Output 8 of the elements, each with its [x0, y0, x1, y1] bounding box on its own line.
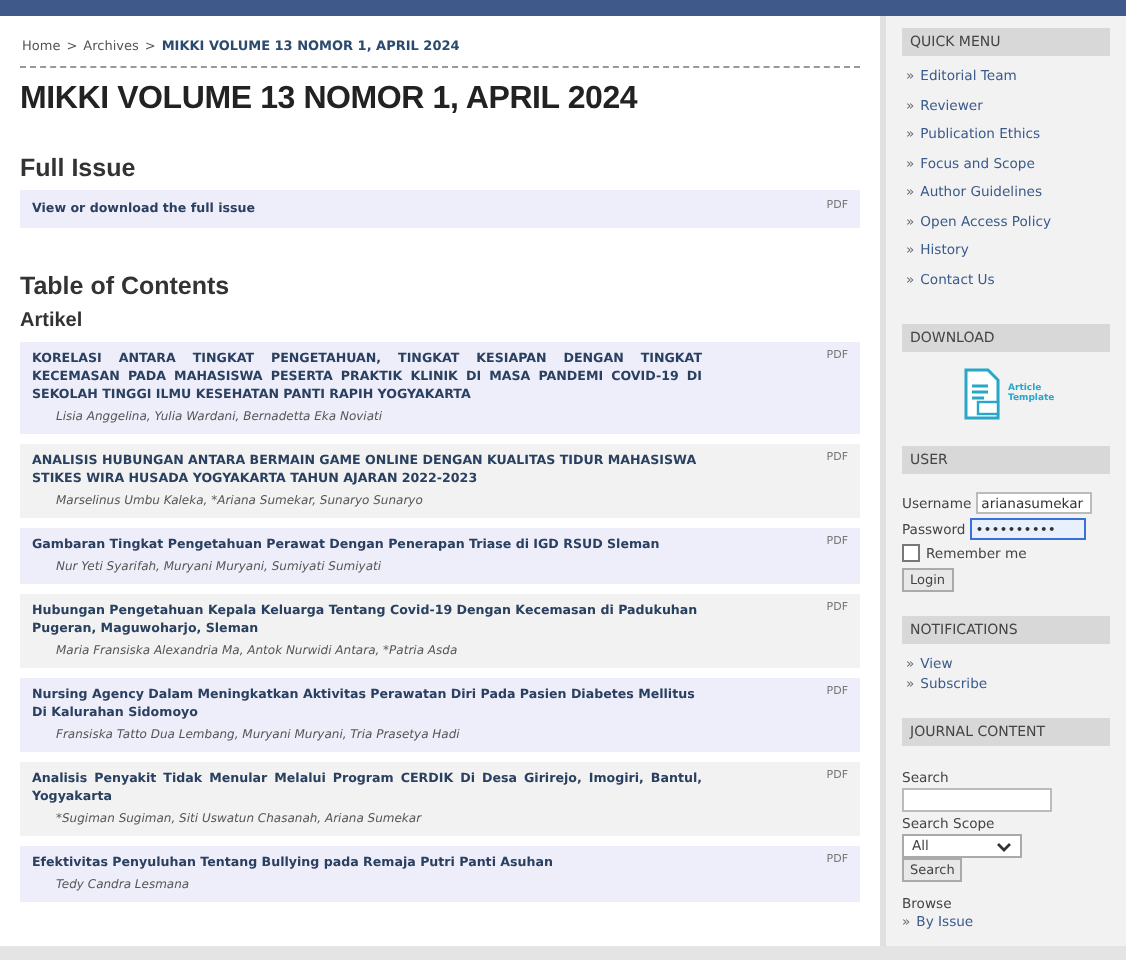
checkbox[interactable]: [902, 544, 920, 562]
chevron-down-icon: [996, 841, 1012, 851]
section-heading: Full Issue: [20, 154, 138, 182]
page-title: MIKKI VOLUME 13 NOMOR 1, APRIL 2024: [20, 82, 640, 118]
subsection-heading: Artikel: [20, 310, 85, 332]
document-icon[interactable]: [964, 368, 1000, 420]
search-field[interactable]: [902, 788, 1052, 812]
section-heading: Table of Contents: [20, 272, 232, 300]
